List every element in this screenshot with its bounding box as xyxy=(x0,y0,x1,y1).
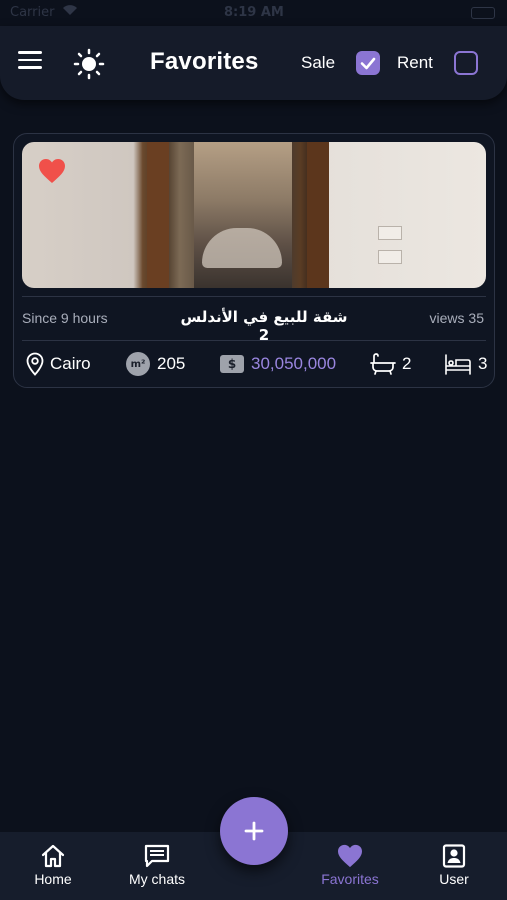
clock-label: 8:19 AM xyxy=(224,5,284,20)
app-header: Favorites Sale Rent xyxy=(0,26,507,100)
bathrooms-stat: 2 xyxy=(370,352,411,376)
nav-item-user[interactable]: User xyxy=(409,844,499,887)
divider xyxy=(22,296,486,297)
carrier-label: Carrier xyxy=(10,5,55,20)
listing-card[interactable]: Since 9 hours شقة للبيع في الأندلس 2 vie… xyxy=(13,133,495,388)
nav-item-my-chats[interactable]: My chats xyxy=(112,844,202,887)
price-stat: $ 30,050,000 xyxy=(220,352,336,376)
sale-checkbox[interactable] xyxy=(356,51,380,75)
price-value: 30,050,000 xyxy=(251,354,337,373)
wifi-icon xyxy=(62,4,78,20)
add-listing-button[interactable] xyxy=(220,797,288,865)
location-pin-icon xyxy=(26,352,44,376)
plus-icon xyxy=(244,821,264,841)
user-icon xyxy=(442,844,466,868)
heart-icon xyxy=(338,844,362,868)
nav-item-favorites[interactable]: Favorites xyxy=(305,844,395,887)
rent-checkbox[interactable] xyxy=(454,51,478,75)
nav-label-home: Home xyxy=(34,871,72,887)
favorite-heart-icon[interactable] xyxy=(38,158,66,184)
bedrooms-value: 3 xyxy=(478,354,488,373)
menu-icon[interactable] xyxy=(18,51,42,71)
views-count: views 35 xyxy=(429,310,484,326)
bed-icon xyxy=(445,354,471,375)
bathtub-icon xyxy=(370,353,396,375)
divider xyxy=(22,340,486,341)
nav-label-user: User xyxy=(439,871,469,887)
home-icon xyxy=(41,844,65,868)
city-value: Cairo xyxy=(50,354,91,373)
bathrooms-value: 2 xyxy=(402,354,412,373)
area-icon: m² xyxy=(126,352,150,376)
nav-item-home[interactable]: Home xyxy=(8,844,98,887)
posted-time: Since 9 hours xyxy=(22,310,108,326)
check-icon xyxy=(360,57,376,70)
battery-icon xyxy=(471,7,495,19)
chat-icon xyxy=(144,844,170,868)
area-value: 205 xyxy=(157,354,186,373)
nav-label-my-chats: My chats xyxy=(128,871,185,887)
bedrooms-stat: 3 xyxy=(444,352,487,376)
sun-icon[interactable] xyxy=(73,48,105,80)
nav-label-favorites: Favorites xyxy=(321,871,379,887)
sale-filter-label: Sale xyxy=(301,53,336,72)
status-bar: Carrier 8:19 AM xyxy=(0,0,507,26)
listing-photo[interactable] xyxy=(22,142,486,288)
location-stat: Cairo xyxy=(26,352,91,376)
listing-title[interactable]: شقة للبيع في الأندلس 2 xyxy=(179,308,349,344)
rent-filter-label: Rent xyxy=(397,53,433,72)
page-title: Favorites xyxy=(150,48,259,75)
money-icon: $ xyxy=(220,355,244,373)
area-stat: m² 205 xyxy=(126,352,185,376)
